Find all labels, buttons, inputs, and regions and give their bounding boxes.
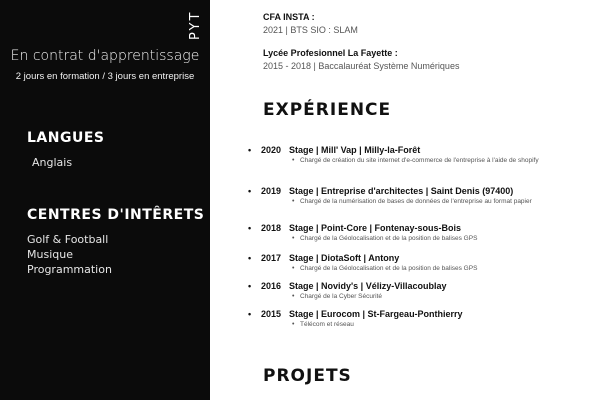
main-content: CFA INSTA : 2021 | BTS SIO : SLAM Lycée … <box>210 0 600 400</box>
experience-head: • 2015 Stage | Eurocom | St-Fargeau-Ponthi… <box>248 309 588 319</box>
experience-title: Stage | Entreprise d'architectes | Saint… <box>289 186 514 196</box>
experience-description: Chargé de la numérisation de bases de do… <box>292 198 550 207</box>
experience-item: • 2016 Stage | Novidy's | Vélizy-Villacoub… <box>248 281 588 302</box>
school-detail: 2015 - 2018 | Baccalauréat Système Numér… <box>263 61 460 71</box>
experience-title: Stage | Eurocom | St-Fargeau-Ponthierry <box>289 309 463 319</box>
bullet-icon: • <box>248 186 252 196</box>
experience-title: Stage | Mill' Vap | Milly-la-Forêt <box>289 145 421 155</box>
schedule: 2 jours en formation / 3 jours en entrep… <box>15 71 195 82</box>
school-name: Lycée Profesionnel La Fayette : <box>263 48 398 58</box>
experience-head: • 2019 Stage | Entreprise d'architectes | … <box>248 186 588 196</box>
experience-head: • 2020 Stage | Mill' Vap | Milly-la-Forêt <box>248 145 588 155</box>
experience-title: Stage | DiotaSoft | Antony <box>289 253 400 263</box>
experience-head: • 2017 Stage | DiotaSoft | Antony <box>248 253 588 263</box>
bullet-icon: • <box>248 253 252 263</box>
education-entry: CFA INSTA : 2021 | BTS SIO : SLAM <box>263 12 358 35</box>
experience-title: Stage | Point-Core | Fontenay-sous-Bois <box>289 223 462 233</box>
interests-heading: CENTRES D'INTÊRETS <box>27 207 205 223</box>
sidebar: PYT En contrat d'apprentissage 2 jours e… <box>0 0 210 400</box>
experience-title: Stage | Novidy's | Vélizy-Villacoublay <box>289 281 447 291</box>
experience-year: 2017 <box>261 253 282 263</box>
experience-head: • 2016 Stage | Novidy's | Vélizy-Villacoub… <box>248 281 588 291</box>
experience-year: 2016 <box>261 281 282 291</box>
experience-item: • 2019 Stage | Entreprise d'architectes | … <box>248 186 588 207</box>
experience-description: Chargé de la Cyber Sécurité <box>292 293 550 302</box>
school-detail: 2021 | BTS SIO : SLAM <box>263 25 358 35</box>
experience-year: 2015 <box>261 309 282 319</box>
interest-item: Musique <box>27 248 73 261</box>
interest-item: Programmation <box>27 263 112 276</box>
bullet-icon: • <box>248 309 252 319</box>
experience-head: • 2018 Stage | Point-Core | Fontenay-sous-… <box>248 223 588 233</box>
experience-description: Chargé de la Géolocalisation et de la po… <box>292 235 550 244</box>
experience-description: Télécom et réseau <box>292 321 550 330</box>
experience-item: • 2020 Stage | Mill' Vap | Milly-la-Forêt … <box>248 145 588 166</box>
interests-list: Golf & Football Musique Programmation <box>27 232 112 277</box>
education-entry: Lycée Profesionnel La Fayette : 2015 - 2… <box>263 48 459 71</box>
projects-heading: PROJETS <box>263 366 352 386</box>
experience-year: 2020 <box>261 145 282 155</box>
experience-year: 2019 <box>261 186 282 196</box>
bullet-icon: • <box>248 223 252 233</box>
language-item: Anglais <box>32 156 73 169</box>
vertical-name-text: PYT <box>188 10 203 40</box>
experience-heading: EXPÉRIENCE <box>263 100 392 120</box>
experience-item: • 2017 Stage | DiotaSoft | Antony Chargé d… <box>248 253 588 274</box>
interest-item: Golf & Football <box>27 233 109 246</box>
experience-year: 2018 <box>261 223 282 233</box>
experience-description: Chargé de la Géolocalisation et de la po… <box>292 265 550 274</box>
bullet-icon: • <box>248 145 252 155</box>
languages-heading: LANGUES <box>27 130 105 146</box>
experience-item: • 2018 Stage | Point-Core | Fontenay-sous-… <box>248 223 588 244</box>
experience-description: Chargé de création du site internet d'e-… <box>292 157 550 166</box>
experience-item: • 2015 Stage | Eurocom | St-Fargeau-Ponthi… <box>248 309 588 330</box>
bullet-icon: • <box>248 281 252 291</box>
school-name: CFA INSTA : <box>263 12 315 22</box>
contract-type: En contrat d'apprentissage <box>10 48 200 64</box>
